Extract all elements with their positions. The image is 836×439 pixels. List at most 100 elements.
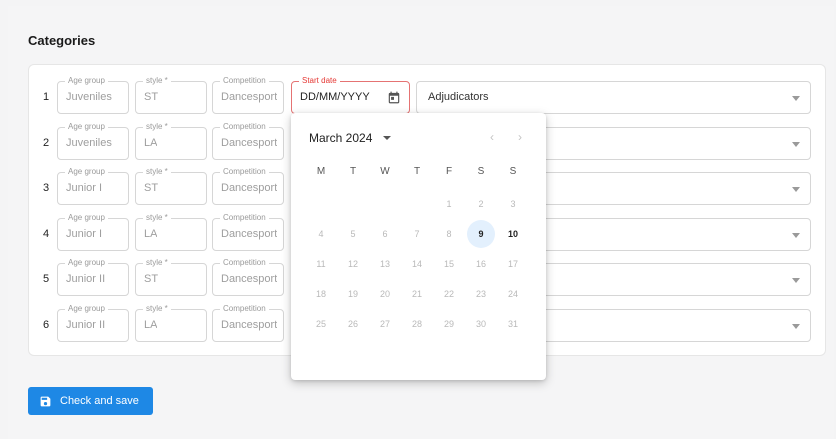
style-value: ST [144, 273, 159, 285]
adjudicators-select[interactable]: Adjudicators [416, 81, 811, 114]
calendar-day[interactable]: 27 [371, 310, 399, 338]
calendar-icon[interactable] [387, 90, 401, 105]
calendar-day[interactable]: 25 [307, 310, 335, 338]
calendar-day[interactable]: 13 [371, 250, 399, 278]
start-date-field[interactable]: Start date DD/MM/YYYY [291, 75, 410, 114]
start-date-value: DD/MM/YYYY [300, 91, 370, 103]
category-row: 1 Age group Juveniles style * ST Competi… [29, 75, 825, 115]
calendar-day[interactable]: 20 [371, 280, 399, 308]
calendar-day[interactable]: 7 [403, 220, 431, 248]
competition-label: Competition [220, 166, 269, 178]
calendar-day[interactable]: 4 [307, 220, 335, 248]
age-group-label: Age group [65, 75, 108, 87]
calendar-day[interactable]: 9 [467, 220, 495, 248]
adjudicators-placeholder: Adjudicators [428, 91, 489, 103]
calendar-day[interactable]: 10 [499, 220, 527, 248]
next-month-icon[interactable]: › [518, 130, 522, 144]
competition-field[interactable]: Competition Dancesport [212, 303, 284, 342]
chevron-down-icon [792, 233, 800, 238]
calendar-day[interactable]: 12 [339, 250, 367, 278]
row-number: 3 [43, 182, 50, 194]
weekday-label: M [316, 166, 326, 177]
previous-month-icon[interactable]: ‹ [490, 130, 494, 144]
competition-field[interactable]: Competition Dancesport [212, 121, 284, 160]
calendar-day[interactable]: 22 [435, 280, 463, 308]
calendar-day[interactable]: 24 [499, 280, 527, 308]
style-field[interactable]: style * LA [135, 121, 207, 160]
style-label: style * [143, 303, 171, 315]
competition-field[interactable]: Competition Dancesport [212, 257, 284, 296]
competition-label: Competition [220, 121, 269, 133]
calendar-month-label[interactable]: March 2024 [309, 131, 372, 145]
age-group-value: Juveniles [66, 91, 112, 103]
style-field[interactable]: style * ST [135, 75, 207, 114]
age-group-field[interactable]: Age group Juveniles [57, 75, 129, 114]
age-group-field[interactable]: Age group Juveniles [57, 121, 129, 160]
age-group-value: Juveniles [66, 137, 112, 149]
calendar-day[interactable]: 5 [339, 220, 367, 248]
style-label: style * [143, 75, 171, 87]
start-date-label: Start date [299, 75, 340, 87]
calendar-day[interactable]: 2 [467, 190, 495, 218]
competition-value: Dancesport [221, 182, 278, 194]
calendar-day[interactable]: 21 [403, 280, 431, 308]
competition-value: Dancesport [221, 319, 278, 331]
calendar-day[interactable]: 29 [435, 310, 463, 338]
save-icon [40, 396, 51, 406]
competition-label: Competition [220, 75, 269, 87]
competition-field[interactable]: Competition Dancesport [212, 75, 284, 114]
calendar-day[interactable]: 26 [339, 310, 367, 338]
calendar-day[interactable]: 8 [435, 220, 463, 248]
age-group-label: Age group [65, 166, 108, 178]
month-dropdown-icon[interactable] [383, 136, 391, 140]
calendar-day[interactable]: 30 [467, 310, 495, 338]
calendar-day[interactable]: 19 [339, 280, 367, 308]
style-field[interactable]: style * LA [135, 303, 207, 342]
calendar-day[interactable]: 15 [435, 250, 463, 278]
competition-label: Competition [220, 257, 269, 269]
chevron-down-icon [792, 324, 800, 329]
age-group-label: Age group [65, 121, 108, 133]
row-number: 1 [43, 91, 50, 103]
age-group-label: Age group [65, 303, 108, 315]
chevron-down-icon [792, 278, 800, 283]
age-group-label: Age group [65, 212, 108, 224]
competition-label: Competition [220, 212, 269, 224]
calendar-day[interactable]: 23 [467, 280, 495, 308]
calendar-day[interactable]: 14 [403, 250, 431, 278]
calendar-day[interactable]: 1 [435, 190, 463, 218]
chevron-down-icon [792, 96, 800, 101]
calendar-day[interactable]: 16 [467, 250, 495, 278]
calendar-day[interactable]: 17 [499, 250, 527, 278]
competition-field[interactable]: Competition Dancesport [212, 212, 284, 251]
row-number: 6 [43, 319, 50, 331]
style-field[interactable]: style * LA [135, 212, 207, 251]
calendar-day[interactable]: 31 [499, 310, 527, 338]
style-value: ST [144, 182, 159, 194]
check-and-save-button[interactable]: Check and save [28, 387, 153, 415]
age-group-field[interactable]: Age group Junior II [57, 303, 129, 342]
style-field[interactable]: style * ST [135, 257, 207, 296]
calendar-day[interactable]: 28 [403, 310, 431, 338]
age-group-value: Junior I [66, 182, 103, 194]
age-group-field[interactable]: Age group Junior I [57, 212, 129, 251]
age-group-field[interactable]: Age group Junior I [57, 166, 129, 205]
row-number: 5 [43, 273, 50, 285]
age-group-label: Age group [65, 257, 108, 269]
calendar-day[interactable]: 11 [307, 250, 335, 278]
style-value: LA [144, 319, 158, 331]
weekday-label: S [477, 166, 485, 177]
competition-field[interactable]: Competition Dancesport [212, 166, 284, 205]
chevron-down-icon [792, 142, 800, 147]
calendar-day[interactable]: 18 [307, 280, 335, 308]
calendar-day[interactable]: 3 [499, 190, 527, 218]
style-field[interactable]: style * ST [135, 166, 207, 205]
age-group-field[interactable]: Age group Junior II [57, 257, 129, 296]
weekday-label: W [380, 166, 390, 177]
age-group-value: Junior I [66, 228, 103, 240]
calendar-day[interactable]: 6 [371, 220, 399, 248]
section-title: Categories [28, 33, 96, 48]
age-group-value: Junior II [66, 273, 106, 285]
weekday-label: S [509, 166, 517, 177]
competition-value: Dancesport [221, 137, 278, 149]
